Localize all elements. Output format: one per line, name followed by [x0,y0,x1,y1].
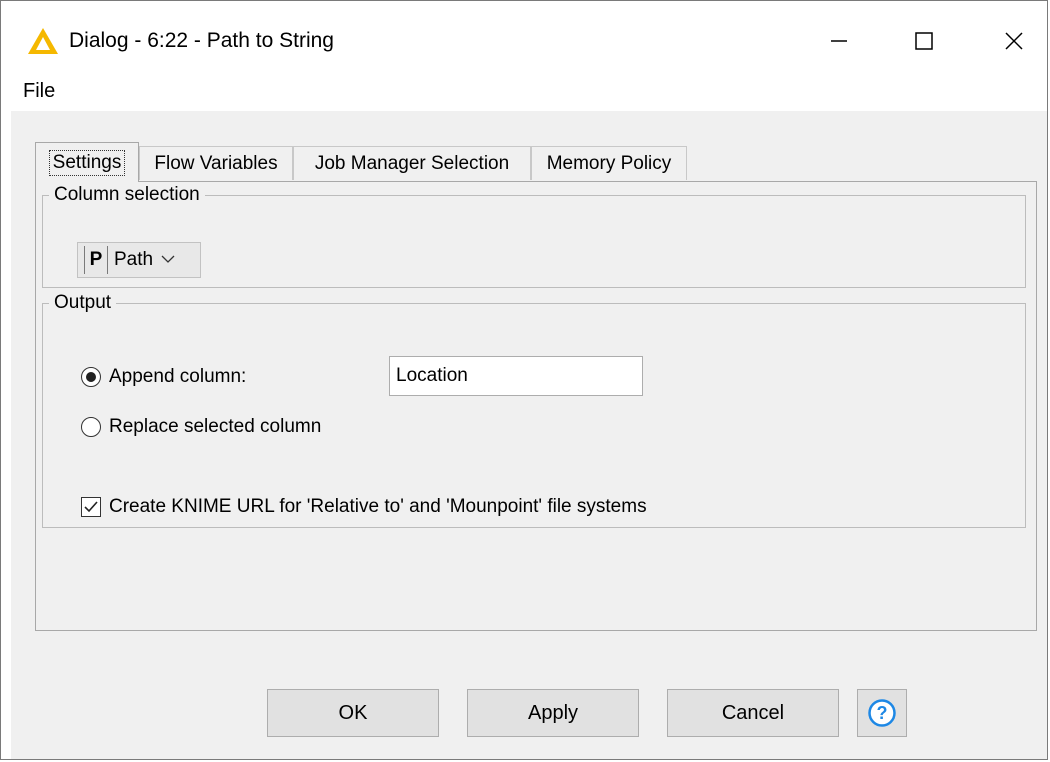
knime-url-label: Create KNIME URL for 'Relative to' and '… [109,496,647,517]
minimize-button[interactable] [809,19,869,63]
checkmark-icon [84,501,98,513]
dialog-content: Settings Flow Variables Job Manager Sele… [11,111,1047,759]
radio-selected-dot [86,372,96,382]
output-legend: Output [54,292,112,313]
knime-triangle-icon [28,28,58,54]
append-column-option[interactable]: Append column: [81,366,246,388]
tab-memory-policy[interactable]: Memory Policy [531,146,687,180]
append-column-label: Append column: [109,366,247,387]
help-button[interactable]: ? [857,689,907,737]
close-button[interactable] [984,19,1044,63]
maximize-icon [915,32,933,50]
tab-job-manager-selection[interactable]: Job Manager Selection [293,146,531,180]
title-bar: Dialog - 6:22 - Path to String [1,1,1047,73]
close-icon [1005,32,1023,50]
chevron-down-icon [161,255,175,263]
column-select-dropdown[interactable]: P Path [77,242,201,278]
menu-bar: File [1,73,1047,107]
cancel-button[interactable]: Cancel [667,689,839,737]
help-icon: ? [868,699,896,727]
knime-url-option[interactable]: Create KNIME URL for 'Relative to' and '… [81,496,647,518]
maximize-button[interactable] [894,19,954,63]
append-column-radio[interactable] [81,367,101,387]
minimize-icon [831,40,847,42]
tab-settings[interactable]: Settings [35,142,139,182]
window-title: Dialog - 6:22 - Path to String [69,29,334,52]
tab-flow-variables-label: Flow Variables [154,152,278,174]
replace-column-option[interactable]: Replace selected column [81,416,321,438]
settings-panel: Column selection P Path Output Append co… [35,181,1037,631]
replace-column-label: Replace selected column [109,416,322,437]
knime-url-checkbox[interactable] [81,497,101,517]
column-selection-legend: Column selection [54,184,200,205]
column-selection-group: Column selection P Path [42,184,1026,288]
svg-text:?: ? [877,703,888,723]
tab-job-manager-label: Job Manager Selection [314,152,510,174]
tab-flow-variables[interactable]: Flow Variables [139,146,293,180]
output-group: Output Append column: Replace selected c… [42,292,1026,528]
menu-file[interactable]: File [23,80,55,103]
ok-button[interactable]: OK [267,689,439,737]
dialog-window: Dialog - 6:22 - Path to String File Sett… [0,0,1048,760]
apply-button[interactable]: Apply [467,689,639,737]
append-column-name-input[interactable] [389,356,643,396]
tab-memory-policy-label: Memory Policy [546,152,672,174]
path-type-badge: P [84,246,108,274]
tab-settings-label: Settings [48,149,126,176]
replace-column-radio[interactable] [81,417,101,437]
selected-column-name: Path [114,249,154,270]
